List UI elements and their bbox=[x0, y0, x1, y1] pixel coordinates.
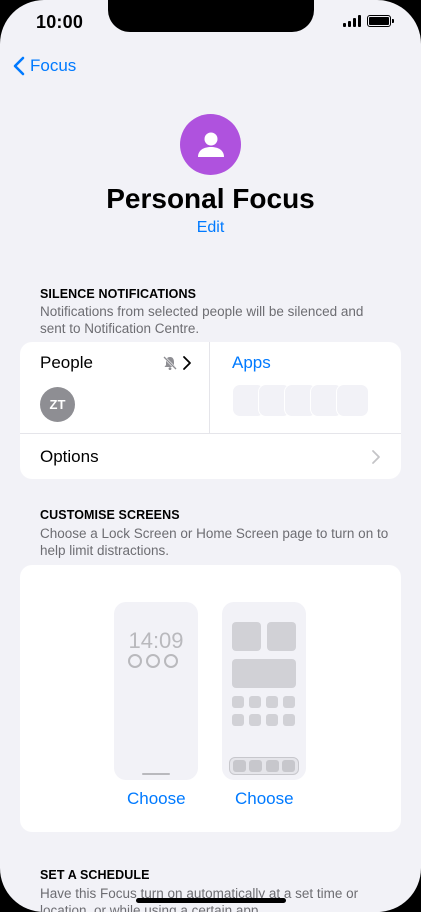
divider bbox=[20, 433, 401, 434]
silence-heading: SILENCE NOTIFICATIONS bbox=[40, 287, 197, 301]
app-slots bbox=[232, 384, 369, 417]
home-indicator[interactable] bbox=[136, 898, 286, 903]
status-icons bbox=[343, 15, 394, 27]
lock-widgets bbox=[128, 654, 178, 668]
silence-card: People ZT Apps Options bbox=[20, 342, 401, 479]
chevron-left-icon bbox=[13, 56, 25, 76]
home-screen-preview[interactable] bbox=[222, 602, 306, 780]
widget bbox=[232, 659, 296, 688]
schedule-heading: SET A SCHEDULE bbox=[40, 868, 150, 882]
lock-screen-preview[interactable]: 14:09 bbox=[114, 602, 198, 780]
phone-screen: 10:00 Focus Personal Focus Edit SILENCE … bbox=[0, 0, 421, 912]
choose-home-screen-button[interactable]: Choose bbox=[235, 789, 294, 809]
chevron-right-icon bbox=[183, 356, 191, 370]
lock-bar bbox=[142, 773, 170, 775]
options-row[interactable]: Options bbox=[40, 447, 99, 467]
silence-description: Notifications from selected people will … bbox=[40, 304, 364, 336]
battery-icon bbox=[367, 15, 394, 27]
choose-lock-screen-button[interactable]: Choose bbox=[127, 789, 186, 809]
app-icon bbox=[266, 696, 278, 708]
signal-icon bbox=[343, 15, 361, 27]
person-icon bbox=[197, 132, 224, 157]
notch bbox=[108, 0, 314, 32]
app-icon bbox=[283, 714, 295, 726]
app-icon bbox=[266, 714, 278, 726]
people-cell[interactable]: People ZT bbox=[20, 342, 210, 433]
widget bbox=[267, 622, 296, 651]
customise-card: 14:09 Choose Choose bbox=[20, 565, 401, 832]
app-icon bbox=[232, 714, 244, 726]
people-label: People bbox=[40, 353, 93, 372]
app-icon bbox=[249, 696, 261, 708]
app-slot bbox=[336, 384, 369, 417]
avatar: ZT bbox=[40, 387, 75, 422]
lock-time: 14:09 bbox=[128, 628, 184, 653]
apps-label[interactable]: Apps bbox=[232, 353, 271, 373]
bell-slash-icon bbox=[163, 356, 177, 370]
customise-heading: CUSTOMISE SCREENS bbox=[40, 508, 180, 522]
chevron-right-icon bbox=[372, 450, 380, 464]
app-icon bbox=[232, 696, 244, 708]
app-icon bbox=[283, 696, 295, 708]
page-title: Personal Focus bbox=[106, 183, 315, 214]
edit-button[interactable]: Edit bbox=[0, 219, 421, 237]
focus-icon bbox=[180, 114, 241, 175]
app-icon bbox=[249, 714, 261, 726]
back-button[interactable]: Focus bbox=[12, 56, 76, 76]
customise-description: Choose a Lock Screen or Home Screen page… bbox=[40, 526, 389, 558]
back-label: Focus bbox=[30, 56, 77, 75]
widget bbox=[232, 622, 261, 651]
dock bbox=[229, 757, 299, 775]
status-time: 10:00 bbox=[36, 12, 84, 32]
